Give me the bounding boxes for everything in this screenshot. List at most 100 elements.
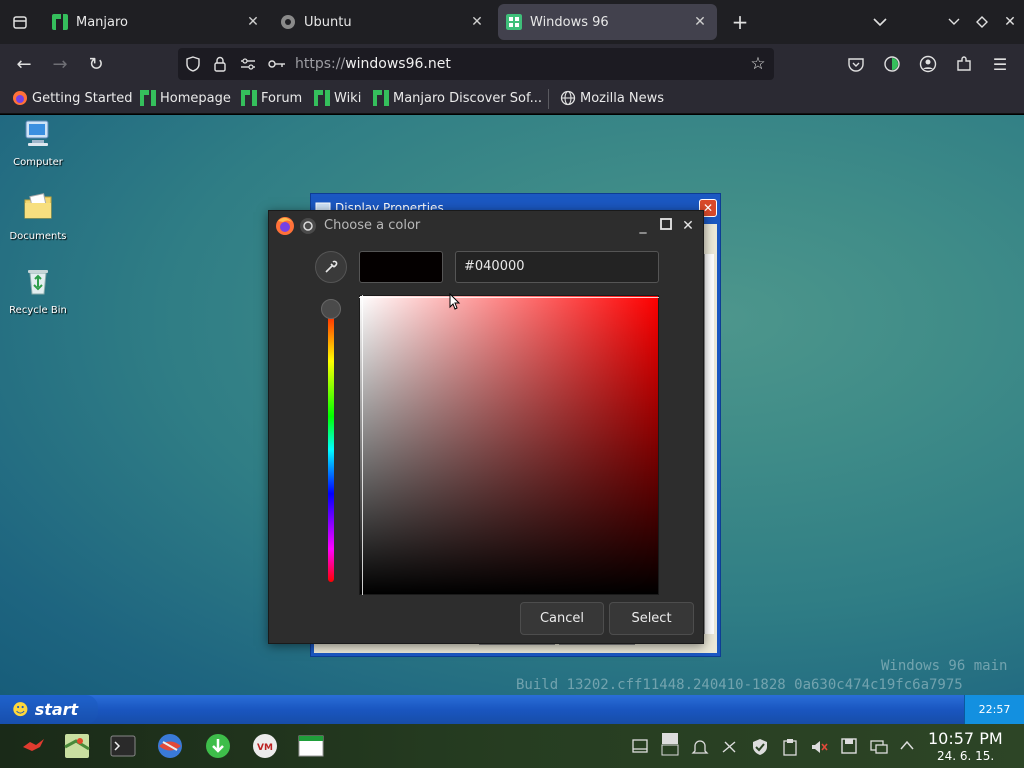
close-tab-icon[interactable]: ✕ xyxy=(691,14,709,30)
browser-globe-icon[interactable] xyxy=(157,733,183,759)
firefox-icon xyxy=(276,217,294,235)
close-tab-icon[interactable]: ✕ xyxy=(468,14,486,30)
bookmark-forum[interactable]: Forum xyxy=(241,90,302,106)
windows96-favicon-icon xyxy=(506,14,522,30)
win96-clock[interactable]: 22:57 xyxy=(964,695,1024,724)
kde-connect-icon[interactable] xyxy=(720,738,738,756)
close-icon: ✕ xyxy=(702,201,714,215)
dialog-maximize-button[interactable] xyxy=(658,218,674,234)
sv-crosshair-vertical xyxy=(362,295,363,595)
start-button[interactable]: ☻ start xyxy=(0,695,98,724)
map-app-icon[interactable] xyxy=(64,733,90,759)
download-icon[interactable] xyxy=(205,733,231,759)
cancel-button[interactable]: Cancel xyxy=(520,602,604,635)
maximize-icon xyxy=(660,218,672,230)
hue-slider[interactable] xyxy=(328,306,334,582)
navigation-bar: ← → ↻ https://windows96.net ☆ ☰ xyxy=(0,44,1024,84)
panel-clock-time[interactable]: 10:57 PM xyxy=(928,729,1003,748)
close-window-button[interactable]: ✕ xyxy=(998,10,1022,34)
dialog-minimize-button[interactable]: _ xyxy=(635,218,651,234)
window-panel xyxy=(704,254,714,634)
star-icon: ☆ xyxy=(750,54,766,74)
firefox-view-button[interactable] xyxy=(0,0,40,44)
bookmark-star-button[interactable]: ☆ xyxy=(748,54,768,74)
bookmark-mozilla-news[interactable]: Mozilla News xyxy=(560,90,664,106)
dialog-title: Choose a color xyxy=(324,218,421,233)
firefox-icon xyxy=(13,91,27,105)
forward-button[interactable]: → xyxy=(48,52,72,76)
tab-manjaro[interactable]: Manjaro ✕ xyxy=(44,4,270,40)
desktop-icon-computer[interactable]: Computer xyxy=(0,117,76,168)
win96-taskbar: ☻ start 22:57 xyxy=(0,695,1024,724)
desktop-icon-label: Recycle Bin xyxy=(9,305,67,316)
chevron-down-icon xyxy=(873,18,887,27)
diamond-icon xyxy=(976,16,988,28)
manjaro-icon xyxy=(241,90,257,106)
volume-muted-icon[interactable] xyxy=(810,738,828,756)
close-tab-icon[interactable]: ✕ xyxy=(244,14,262,30)
bookmark-label: Forum xyxy=(261,90,303,106)
clipboard-icon[interactable] xyxy=(781,738,799,756)
disk-icon[interactable] xyxy=(840,738,858,756)
tab-title: Ubuntu xyxy=(304,14,352,30)
panel-clock-date: 24. 6. 15. xyxy=(937,749,995,763)
url-bar[interactable]: https://windows96.net ☆ xyxy=(178,48,774,80)
desktop-icon-label: Computer xyxy=(13,157,63,168)
bookmark-getting-started[interactable]: Getting Started xyxy=(12,90,133,106)
globe-favicon-icon xyxy=(281,15,295,29)
desktop-icon-recycle-bin[interactable]: Recycle Bin xyxy=(0,265,76,316)
hex-color-input[interactable]: #040000 xyxy=(455,251,659,283)
back-button[interactable]: ← xyxy=(12,52,36,76)
tab-ubuntu[interactable]: Ubuntu ✕ xyxy=(272,4,494,40)
manjaro-icon xyxy=(314,90,330,106)
shield-icon xyxy=(186,56,200,72)
dialog-close-button[interactable]: ✕ xyxy=(680,218,696,234)
build-watermark-line1: Windows 96 main xyxy=(881,658,1008,674)
desktop-icon-documents[interactable]: Documents xyxy=(0,191,76,242)
pocket-button[interactable] xyxy=(844,52,868,76)
sv-crosshair-horizontal xyxy=(359,297,659,298)
current-color-swatch xyxy=(359,251,443,283)
spreadsheet-icon[interactable] xyxy=(298,733,324,759)
kde-panel: VM 10:57 PM 24. 6. 15. xyxy=(0,724,1024,768)
minimize-icon: _ xyxy=(639,218,647,234)
terminal-icon[interactable] xyxy=(110,733,136,759)
app-launcher-icon[interactable] xyxy=(20,733,46,759)
window-menu-button[interactable] xyxy=(300,218,316,234)
url-text[interactable]: https://windows96.net xyxy=(295,56,451,72)
show-desktop-icon[interactable] xyxy=(631,738,649,756)
bookmark-homepage[interactable]: Homepage xyxy=(140,90,231,106)
documents-folder-icon xyxy=(24,193,52,219)
mouse-cursor-icon xyxy=(449,293,461,310)
extensions-button[interactable] xyxy=(952,52,976,76)
extension-status-button[interactable] xyxy=(880,52,904,76)
pager-icon[interactable] xyxy=(660,732,680,758)
build-watermark-line2: Build 13202.cff11448.240410-1828 0a630c4… xyxy=(516,677,963,693)
account-button[interactable] xyxy=(916,52,940,76)
security-shield-icon[interactable] xyxy=(751,738,769,756)
saturation-value-plane[interactable] xyxy=(359,295,659,595)
maximize-window-button[interactable] xyxy=(970,10,994,34)
clock-text: 22:57 xyxy=(978,703,1011,716)
network-icon[interactable] xyxy=(870,738,888,756)
select-button[interactable]: Select xyxy=(609,602,694,635)
eyedropper-button[interactable] xyxy=(315,251,347,283)
tab-windows96[interactable]: Windows 96 ✕ xyxy=(498,4,717,40)
minimize-window-button[interactable] xyxy=(942,10,966,34)
url-host: windows96.net xyxy=(345,56,451,72)
menu-button[interactable]: ☰ xyxy=(988,52,1012,76)
svg-text:VM: VM xyxy=(257,743,273,753)
list-all-tabs-button[interactable] xyxy=(868,10,892,34)
key-icon xyxy=(268,60,285,68)
hue-slider-handle[interactable] xyxy=(321,299,341,319)
reload-button[interactable]: ↻ xyxy=(84,52,108,76)
chevron-up-icon[interactable] xyxy=(898,738,916,756)
bookmark-wiki[interactable]: Wiki xyxy=(314,90,361,106)
firefox-view-icon xyxy=(13,16,27,29)
manjaro-icon xyxy=(373,90,389,106)
notifications-icon[interactable] xyxy=(691,738,709,756)
account-icon xyxy=(919,55,937,73)
bookmark-manjaro-discover[interactable]: Manjaro Discover Sof... xyxy=(373,90,542,106)
new-tab-button[interactable]: + xyxy=(728,10,752,34)
vm-app-icon[interactable]: VM xyxy=(252,733,278,759)
